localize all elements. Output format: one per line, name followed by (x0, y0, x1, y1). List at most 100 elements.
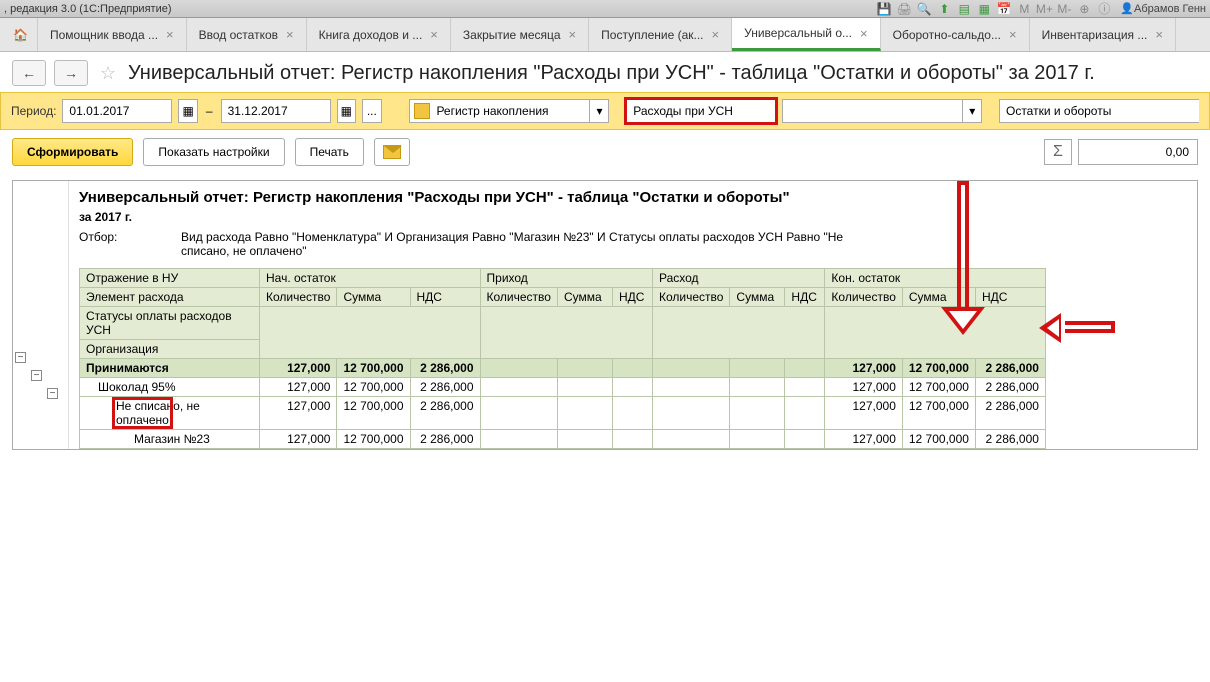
tab-label: Закрытие месяца (463, 28, 561, 42)
col-org: Организация (80, 340, 260, 359)
table-row[interactable]: Магазин №23 127,000 12 700,000 2 286,000… (80, 430, 1046, 449)
close-icon[interactable]: × (430, 27, 438, 42)
highlighted-cell: Не списано, не оплачено (116, 399, 200, 427)
tab-4[interactable]: Поступление (ак... × (589, 18, 732, 51)
tab-strip: 🏠 Помощник ввода ... × Ввод остатков × Кни… (0, 18, 1210, 52)
tab-label: Книга доходов и ... (319, 28, 423, 42)
col-vat: НДС (612, 288, 652, 307)
tab-2[interactable]: Книга доходов и ... × (307, 18, 451, 51)
col-group-kon: Кон. остаток (825, 269, 1046, 288)
calendar-from-button[interactable]: ▦ (178, 99, 197, 123)
source-type-combo[interactable]: ▾ (409, 99, 609, 123)
close-icon[interactable]: × (166, 27, 174, 42)
col-group-rashod: Расход (652, 269, 824, 288)
home-tab[interactable]: 🏠 (4, 18, 38, 51)
tab-6[interactable]: Оборотно-сальдо... × (881, 18, 1030, 51)
filter-value: Вид расхода Равно "Номенклатура" И Орган… (181, 230, 861, 258)
report-frame: − − − Универсальный отчет: Регистр накоп… (12, 180, 1198, 450)
search-icon[interactable]: 🔍 (916, 1, 932, 17)
tab-label: Оборотно-сальдо... (893, 28, 1001, 42)
col-qty: Количество (652, 288, 729, 307)
tab-label: Помощник ввода ... (50, 28, 158, 42)
analysis-combo[interactable] (999, 99, 1199, 123)
tab-5[interactable]: Универсальный о...× (732, 18, 881, 51)
close-icon[interactable]: × (1155, 27, 1163, 42)
dash: – (204, 104, 215, 118)
user-name: Абрамов Генн (1134, 3, 1206, 15)
period-label: Период: (11, 104, 56, 118)
chevron-down-icon[interactable]: ▾ (962, 99, 982, 123)
table-row[interactable]: Не списано, не оплачено 127,000 12 700,0… (80, 397, 1046, 430)
save-icon[interactable]: 💾 (876, 1, 892, 17)
settings-button[interactable]: Показать настройки (143, 138, 284, 166)
nav-row: ← → ☆ Универсальный отчет: Регистр накоп… (0, 52, 1210, 92)
user-label[interactable]: 👤 Абрамов Генн (1116, 2, 1206, 15)
title-bar: , редакция 3.0 (1С:Предприятие) 💾 🖨 🔍 ⬆ … (0, 0, 1210, 18)
info-icon[interactable]: ⓘ (1096, 1, 1112, 17)
report-title: Универсальный отчет: Регистр накопления … (69, 181, 1197, 206)
close-icon[interactable]: × (860, 26, 868, 41)
filter-label: Отбор: (79, 230, 181, 258)
report-body: Универсальный отчет: Регистр накопления … (69, 181, 1197, 449)
tab-label: Поступление (ак... (601, 28, 703, 42)
m-plus-icon[interactable]: M+ (1036, 1, 1052, 17)
tab-label: Инвентаризация ... (1042, 28, 1148, 42)
collapse-icon[interactable]: − (15, 352, 26, 363)
chevron-down-icon[interactable]: ▾ (589, 99, 609, 123)
mail-icon (383, 145, 401, 159)
close-icon[interactable]: × (286, 27, 294, 42)
register-side-input[interactable] (782, 99, 962, 123)
annotation-arrow-left (1045, 315, 1115, 341)
report-subtitle: за 2017 г. (69, 206, 1197, 228)
col-element: Элемент расхода (80, 288, 260, 307)
arrow-up-icon[interactable]: ⬆ (936, 1, 952, 17)
calendar-icon[interactable]: 📅 (996, 1, 1012, 17)
period-picker-button[interactable]: ... (362, 99, 381, 123)
print-button[interactable]: Печать (295, 138, 364, 166)
col-qty: Количество (825, 288, 902, 307)
date-to-input[interactable] (221, 99, 331, 123)
col-qty: Количество (480, 288, 557, 307)
doc-icon[interactable]: ▤ (956, 1, 972, 17)
source-type-input[interactable] (409, 99, 589, 123)
register-combo[interactable] (626, 99, 776, 123)
print-icon[interactable]: 🖨 (896, 1, 912, 17)
date-from-input[interactable] (62, 99, 172, 123)
analysis-input[interactable] (999, 99, 1199, 123)
action-row: Сформировать Показать настройки Печать Σ… (0, 130, 1210, 174)
favorite-icon[interactable]: ☆ (96, 61, 120, 85)
tab-1[interactable]: Ввод остатков × (187, 18, 307, 51)
forward-button[interactable]: → (54, 60, 88, 86)
table-row[interactable]: Шоколад 95% 127,000 12 700,000 2 286,000… (80, 378, 1046, 397)
tab-7[interactable]: Инвентаризация ... × (1030, 18, 1176, 51)
col-sum: Сумма (730, 288, 785, 307)
m-minus-icon[interactable]: M- (1056, 1, 1072, 17)
zoom-in-icon[interactable]: ⊕ (1076, 1, 1092, 17)
form-button[interactable]: Сформировать (12, 138, 133, 166)
close-icon[interactable]: × (712, 27, 720, 42)
tree-gutter: − − − (13, 181, 69, 449)
register-side-combo[interactable]: ▾ (782, 99, 982, 123)
collapse-icon[interactable]: − (47, 388, 58, 399)
calendar-to-button[interactable]: ▦ (337, 99, 356, 123)
col-sum: Сумма (902, 288, 975, 307)
report-table: Отражение в НУ Нач. остаток Приход Расхо… (79, 268, 1046, 449)
email-button[interactable] (374, 138, 410, 166)
close-icon[interactable]: × (1009, 27, 1017, 42)
tab-label: Ввод остатков (199, 28, 278, 42)
col-vat: НДС (975, 288, 1045, 307)
calc-icon[interactable]: ▦ (976, 1, 992, 17)
table-row[interactable]: Принимаются 127,000 12 700,000 2 286,000… (80, 359, 1046, 378)
col-vat: НДС (785, 288, 825, 307)
col-status: Статусы оплаты расходов УСН (80, 307, 260, 340)
page-title: Универсальный отчет: Регистр накопления … (128, 62, 1095, 85)
m-icon[interactable]: M (1016, 1, 1032, 17)
close-icon[interactable]: × (569, 27, 577, 42)
collapse-icon[interactable]: − (31, 370, 42, 381)
sigma-button[interactable]: Σ (1044, 139, 1072, 165)
tab-0[interactable]: Помощник ввода ... × (38, 18, 187, 51)
back-button[interactable]: ← (12, 60, 46, 86)
period-bar: Период: ▦ – ▦ ... ▾ ▾ (0, 92, 1210, 130)
register-input[interactable] (626, 99, 776, 123)
tab-3[interactable]: Закрытие месяца × (451, 18, 589, 51)
